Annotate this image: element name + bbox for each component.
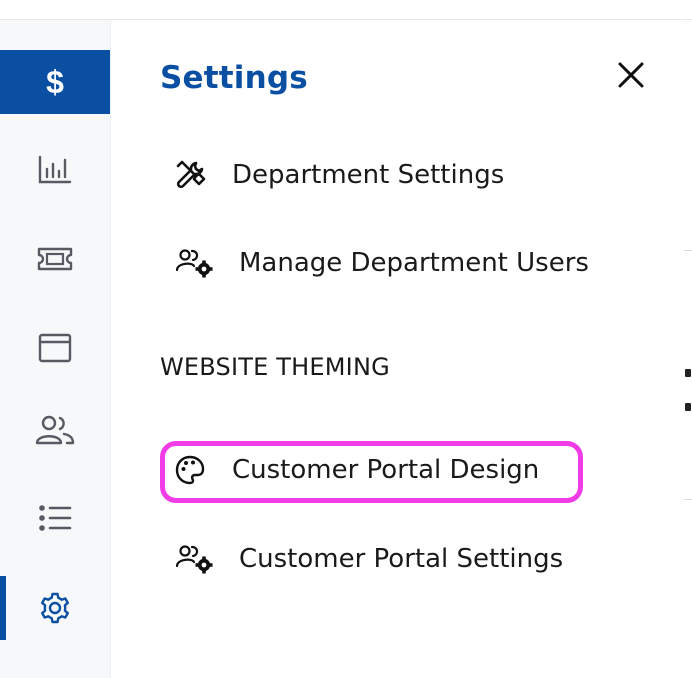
rail-item-users[interactable]	[0, 398, 110, 462]
background-content	[684, 250, 692, 500]
panel-title: Settings	[160, 60, 308, 96]
bar-chart-icon	[38, 155, 72, 184]
background-fragment	[685, 403, 691, 411]
nav-rail: $	[0, 20, 111, 678]
browser-window-icon	[38, 333, 72, 363]
rail-item-window[interactable]	[0, 316, 110, 380]
rail-item-tickets[interactable]	[0, 227, 110, 291]
selected-indicator	[0, 576, 6, 640]
users-icon	[35, 415, 75, 445]
list-icon	[39, 505, 72, 531]
section-heading-website-theming: WEBSITE THEMING	[160, 353, 390, 381]
gear-icon	[41, 592, 69, 624]
menu-item-customer-portal-design[interactable]: Customer Portal Design	[172, 452, 539, 488]
tools-icon	[172, 157, 208, 193]
menu-item-label: Manage Department Users	[239, 248, 589, 278]
background-fragment	[685, 369, 691, 377]
dollar-icon: $	[46, 63, 64, 100]
settings-panel: Settings Department Settings Manage Depa…	[112, 20, 684, 678]
users-gear-icon	[174, 543, 214, 575]
menu-item-label: Customer Portal Settings	[239, 544, 564, 574]
palette-icon	[172, 452, 208, 488]
top-bar	[0, 0, 692, 20]
close-button[interactable]	[612, 56, 650, 94]
rail-item-settings[interactable]	[0, 576, 110, 640]
rail-item-billing[interactable]: $	[0, 50, 110, 114]
menu-item-label: Department Settings	[232, 160, 505, 190]
ticket-icon	[37, 247, 73, 271]
rail-item-analytics[interactable]	[0, 138, 110, 202]
menu-item-manage-department-users[interactable]: Manage Department Users	[174, 247, 589, 279]
menu-item-label: Customer Portal Design	[232, 455, 540, 485]
menu-item-customer-portal-settings[interactable]: Customer Portal Settings	[174, 543, 563, 575]
close-icon	[618, 62, 644, 88]
menu-item-department-settings[interactable]: Department Settings	[172, 157, 504, 193]
rail-item-list[interactable]	[0, 486, 110, 550]
users-gear-icon	[174, 247, 214, 279]
